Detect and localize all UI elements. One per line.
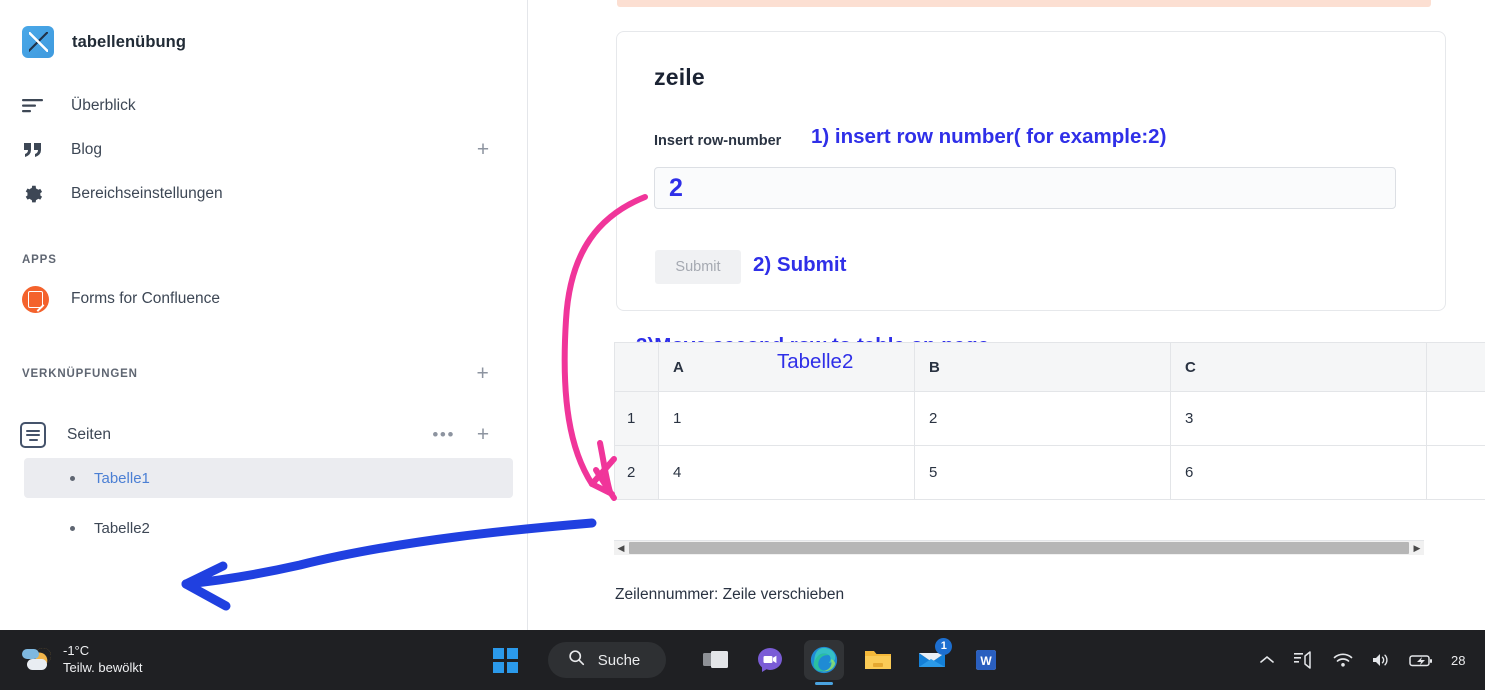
add-blog-post-button[interactable]: +	[473, 139, 493, 160]
table-col-header-d	[1426, 342, 1485, 392]
windows-taskbar: -1°C Teilw. bewölkt Suche 1 W 28	[0, 630, 1485, 690]
quote-marks-icon	[22, 141, 52, 159]
sidebar-item-seiten[interactable]: Seiten ••• +	[0, 412, 527, 458]
search-label: Suche	[597, 651, 641, 669]
annotation-step-1: 1) insert row number( for example:2)	[811, 125, 1167, 148]
taskbar-search-box[interactable]: Suche	[547, 642, 667, 678]
table-col-header-rownum	[614, 342, 659, 392]
search-icon	[568, 649, 585, 671]
table-cell[interactable]: 4	[658, 445, 915, 500]
pages-document-icon	[20, 422, 46, 448]
submit-button[interactable]: Submit	[655, 250, 741, 284]
page-label: Tabelle2	[94, 519, 150, 537]
rocket-space-icon	[22, 26, 54, 58]
overview-lines-icon	[22, 98, 52, 114]
table-row[interactable]: 1 1 2 3	[614, 391, 1485, 446]
form-title: zeile	[654, 64, 705, 90]
sidebar-item-forms-for-confluence[interactable]: Forms for Confluence	[0, 276, 527, 322]
forms-app-icon	[22, 285, 49, 313]
table-header-row: A B C	[614, 342, 1485, 392]
table-cell[interactable]	[1426, 391, 1485, 446]
space-title: tabellenübung	[72, 32, 187, 51]
table-col-header-b: B	[914, 342, 1171, 392]
sidebar-page-tabelle1[interactable]: Tabelle1	[24, 458, 513, 498]
battery-icon[interactable]	[1409, 653, 1433, 668]
sidebar-nav: Überblick Blog + Bereichseinstellungen	[0, 84, 527, 216]
edge-browser-icon[interactable]	[804, 640, 845, 680]
top-notification-banner	[617, 0, 1431, 7]
task-view-icon[interactable]	[696, 640, 736, 680]
add-shortcut-button[interactable]: +	[473, 363, 493, 384]
apps-section-title: APPS	[0, 250, 527, 270]
data-table: A B C 1 1 2 3 2 4 5 6	[614, 342, 1485, 500]
table-caption: Zeilennummer: Zeile verschieben	[615, 586, 845, 603]
table-cell[interactable]: 5	[914, 445, 1171, 500]
weather-temperature: -1°C	[63, 643, 90, 659]
svg-text:W: W	[981, 654, 993, 668]
main-content: zeile Insert row-number 1) insert row nu…	[529, 0, 1485, 630]
show-hidden-icons-chevron-icon[interactable]	[1259, 654, 1275, 666]
page-label: Tabelle1	[94, 469, 150, 487]
table-cell[interactable]: 6	[1170, 445, 1427, 500]
taskbar-system-tray: 28	[1259, 651, 1485, 669]
sidebar: tabellenübung Überblick Blog + Bereichse…	[0, 0, 528, 630]
table-row-number: 2	[614, 445, 659, 500]
word-icon[interactable]: W	[966, 640, 1006, 680]
annotation-table-target: Tabelle2	[777, 350, 854, 373]
file-explorer-icon[interactable]	[858, 640, 898, 680]
table-cell[interactable]: 3	[1170, 391, 1427, 446]
row-number-field-label: Insert row-number	[654, 133, 782, 149]
table-row-number: 1	[614, 391, 659, 446]
table-cell[interactable]	[1426, 445, 1485, 500]
sidebar-item-blog[interactable]: Blog +	[0, 128, 527, 172]
chevron-left-icon[interactable]: ◀	[614, 543, 628, 554]
weather-text: -1°C Teilw. bewölkt	[63, 643, 142, 676]
taskbar-center-group: Suche 1 W	[240, 638, 1259, 680]
table-row[interactable]: 2 4 5 6	[614, 445, 1485, 500]
chevron-right-icon[interactable]: ▶	[1410, 543, 1424, 554]
pages-more-options-button[interactable]: •••	[432, 425, 455, 445]
form-card: zeile Insert row-number 1) insert row nu…	[616, 31, 1446, 311]
table-col-header-c: C	[1170, 342, 1427, 392]
mail-badge-count: 1	[935, 638, 953, 655]
scrollbar-thumb[interactable]	[629, 542, 1409, 554]
pages-label: Seiten	[67, 426, 111, 443]
sidebar-item-label: Blog	[71, 141, 103, 158]
taskbar-clock[interactable]: 28	[1451, 653, 1479, 668]
weather-condition: Teilw. bewölkt	[63, 660, 143, 675]
sidebar-page-tabelle2[interactable]: Tabelle2	[24, 508, 513, 548]
links-section-title: VERKNÜPFUNGEN +	[0, 363, 527, 384]
onedrive-sync-icon[interactable]	[1293, 651, 1315, 669]
table-head: A B C	[614, 342, 1485, 392]
gear-icon	[22, 184, 52, 205]
chat-video-icon[interactable]	[750, 640, 790, 680]
bullet-icon	[70, 475, 75, 481]
sidebar-item-label: Bereichseinstellungen	[71, 185, 223, 202]
bullet-icon	[70, 525, 75, 531]
app-label: Forms for Confluence	[71, 290, 221, 307]
table-horizontal-scrollbar[interactable]: ◀ ▶	[614, 540, 1424, 555]
space-header[interactable]: tabellenübung	[0, 0, 527, 58]
table-body: 1 1 2 3 2 4 5 6	[614, 391, 1485, 500]
partly-cloudy-night-icon	[22, 645, 54, 673]
table-cell[interactable]: 2	[914, 391, 1171, 446]
sidebar-item-ueberblick[interactable]: Überblick	[0, 84, 527, 128]
annotation-step-2: 2) Submit	[753, 253, 847, 276]
windows-start-icon[interactable]	[492, 647, 518, 673]
sidebar-item-bereichseinstellungen[interactable]: Bereichseinstellungen	[0, 172, 527, 216]
wifi-icon[interactable]	[1333, 652, 1353, 668]
volume-icon[interactable]	[1371, 652, 1391, 668]
row-number-input[interactable]: 2	[654, 167, 1396, 209]
taskbar-weather-widget[interactable]: -1°C Teilw. bewölkt	[0, 643, 240, 676]
sidebar-item-label: Überblick	[71, 97, 136, 114]
links-section-label: VERKNÜPFUNGEN	[22, 368, 138, 380]
table-container: A B C 1 1 2 3 2 4 5 6 Tabelle2	[614, 342, 1485, 542]
mail-icon[interactable]: 1	[912, 638, 953, 680]
apps-section-label: APPS	[22, 254, 57, 266]
add-page-button[interactable]: +	[473, 424, 493, 445]
table-cell[interactable]: 1	[658, 391, 915, 446]
